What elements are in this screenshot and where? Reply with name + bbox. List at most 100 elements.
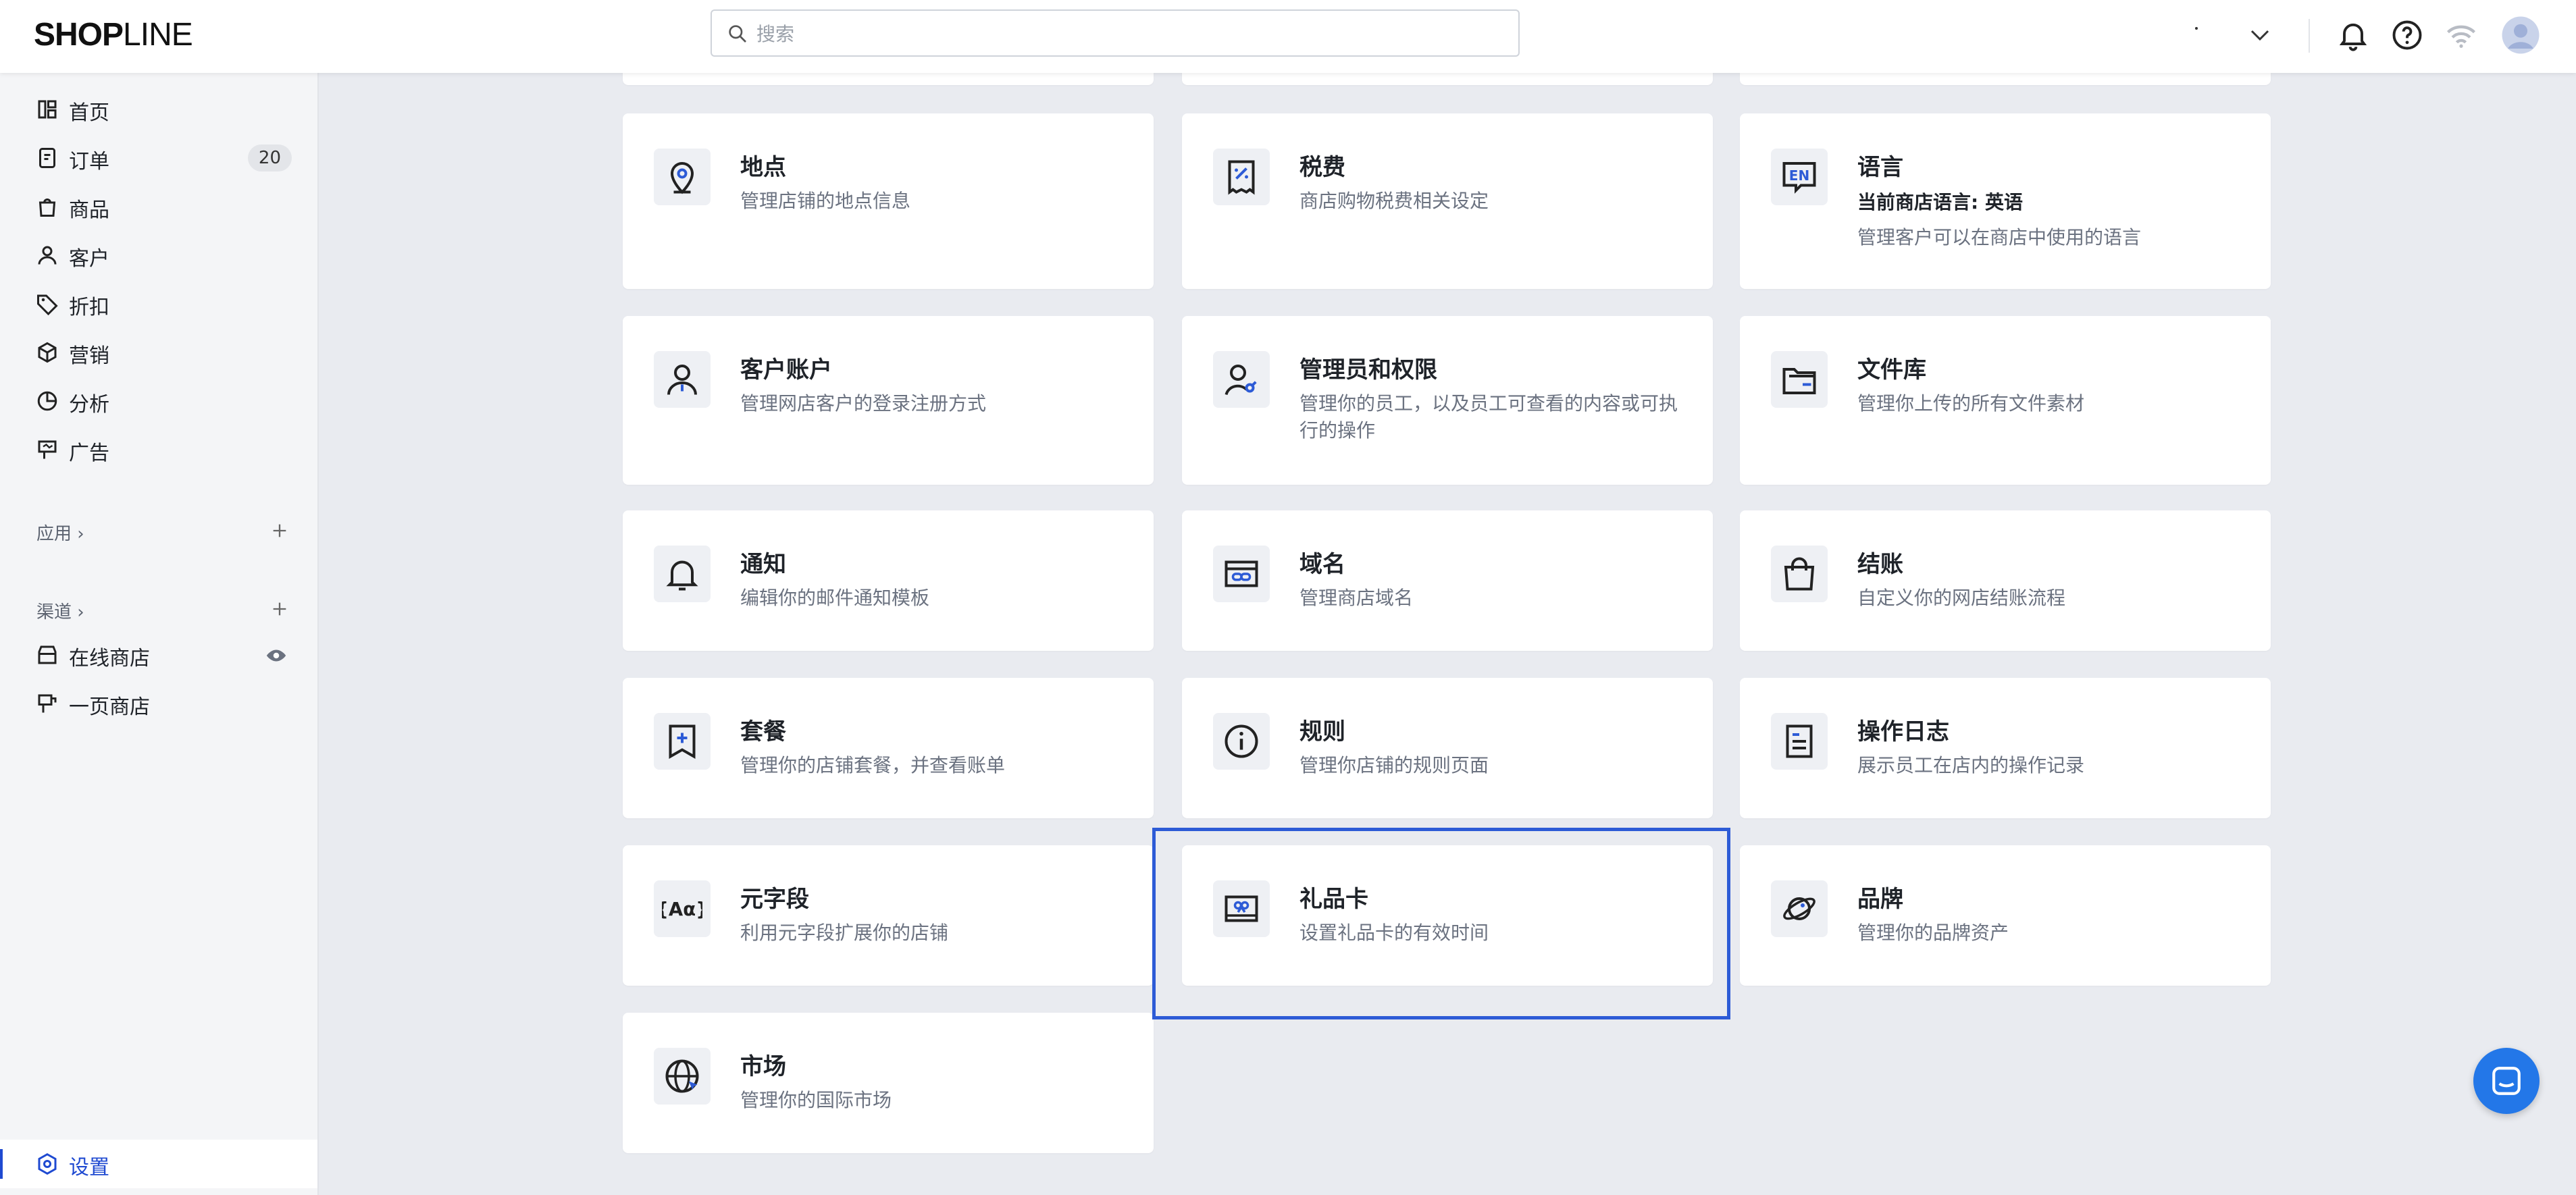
- settings-card-files[interactable]: 文件库 管理你上传的所有文件素材: [1740, 316, 2271, 485]
- card-icon-box: [1213, 713, 1270, 770]
- card-title: 文件库: [1857, 356, 1926, 383]
- card-description: 管理你店铺的规则页面: [1299, 754, 1489, 776]
- card-title: 品牌: [1857, 886, 1903, 913]
- wifi-icon[interactable]: [2444, 18, 2479, 53]
- card-icon-box: [1213, 351, 1270, 408]
- card-icon-box: [1213, 546, 1270, 602]
- card-description: 管理店铺的地点信息: [740, 190, 911, 212]
- billboard-icon: [38, 440, 57, 459]
- info-circle-icon: [1225, 724, 1258, 758]
- card-title: 套餐: [740, 718, 786, 745]
- apps-section-label[interactable]: 应用 ›: [36, 520, 84, 545]
- sidebar-item-label: 广告: [69, 442, 109, 465]
- card-title: 元字段: [740, 886, 809, 913]
- sidebar-item-orders[interactable]: 订单 20: [0, 134, 317, 182]
- globe-icon: [665, 1059, 699, 1093]
- settings-card-metafields[interactable]: {Aα} 元字段 利用元字段扩展你的店铺: [623, 845, 1154, 986]
- plan-bookmark-icon: [669, 724, 696, 759]
- sidebar-item-discounts[interactable]: 折扣: [0, 280, 317, 328]
- sidebar-item-label: 折扣: [69, 296, 109, 319]
- card-icon-box: [1771, 880, 1828, 937]
- card-icon-box: EN: [1771, 149, 1828, 205]
- shopline-logo[interactable]: SHOPLINE: [34, 16, 193, 53]
- search-box[interactable]: [711, 9, 1520, 57]
- settings-card-checkout[interactable]: 结账 自定义你的网店结账流程: [1740, 510, 2271, 651]
- sidebar-item-label: 营销: [69, 344, 109, 368]
- card-icon-box: [654, 1048, 711, 1105]
- box-icon: [38, 342, 57, 363]
- store-selector[interactable]: [2121, 20, 2283, 51]
- chart-icon: [37, 391, 57, 411]
- svg-text:EN: EN: [1789, 167, 1809, 184]
- settings-card-gift-cards[interactable]: 礼品卡 设置礼品卡的有效时间: [1182, 845, 1713, 986]
- card-title: 管理员和权限: [1299, 356, 1437, 383]
- settings-card-staff[interactable]: 管理员和权限 管理你的员工，以及员工可查看的内容或可执行的操作: [1182, 316, 1713, 485]
- avatar-icon[interactable]: [2500, 15, 2541, 55]
- settings-card-plan[interactable]: 套餐 管理你的店铺套餐，并查看账单: [623, 678, 1154, 818]
- card-description: 编辑你的邮件通知模板: [740, 587, 930, 609]
- log-document-icon: [1786, 724, 1813, 758]
- person-icon: [38, 246, 57, 265]
- card-title: 地点: [740, 154, 786, 181]
- sidebar-item-home[interactable]: 首页: [0, 85, 317, 134]
- brand-planet-icon: [1783, 897, 1815, 920]
- settings-card-notifications[interactable]: 通知 编辑你的邮件通知模板: [623, 510, 1154, 651]
- sidebar-item-label: 一页商店: [69, 695, 150, 719]
- channels-section-label[interactable]: 渠道 ›: [36, 598, 84, 623]
- add-app-plus-icon[interactable]: [270, 521, 289, 540]
- eye-icon[interactable]: [265, 644, 288, 667]
- card-description: 商店购物税费相关设定: [1299, 190, 1489, 212]
- sidebar-item-online-store[interactable]: 在线商店: [0, 631, 317, 679]
- receipt-percent-icon: [1228, 160, 1255, 195]
- sidebar-item-customers[interactable]: 客户: [0, 231, 317, 280]
- order-icon: [39, 148, 55, 168]
- topbar-divider: [2309, 19, 2310, 53]
- staff-permission-icon: [1225, 365, 1257, 396]
- language-en-icon: EN: [1782, 162, 1816, 194]
- card-description: 展示员工在店内的操作记录: [1857, 754, 2085, 776]
- card-description: 管理客户可以在商店中使用的语言: [1857, 226, 2142, 248]
- card-title: 操作日志: [1857, 718, 1949, 745]
- settings-card-location[interactable]: 地点 管理店铺的地点信息: [623, 113, 1154, 289]
- card-title: 礼品卡: [1299, 886, 1368, 913]
- sidebar-item-ads[interactable]: 广告: [0, 425, 317, 474]
- help-icon[interactable]: [2390, 18, 2425, 53]
- sidebar-item-label: 在线商店: [69, 647, 150, 670]
- card-title: 市场: [740, 1053, 786, 1080]
- settings-card-brand[interactable]: 品牌 管理你的品牌资产: [1740, 845, 2271, 986]
- card-description: 利用元字段扩展你的店铺: [740, 922, 949, 944]
- card-title: 结账: [1857, 551, 1903, 578]
- search-icon: [729, 25, 746, 43]
- customer-account-icon: [667, 365, 697, 395]
- settings-card-domains[interactable]: 域名 管理商店域名: [1182, 510, 1713, 651]
- card-description: 管理你上传的所有文件素材: [1857, 392, 2085, 415]
- sidebar-item-label: 首页: [69, 101, 109, 125]
- sidebar-item-settings[interactable]: 设置: [0, 1140, 317, 1188]
- sidebar-item-analytics[interactable]: 分析: [0, 377, 317, 425]
- sidebar-item-label: 客户: [69, 247, 109, 271]
- settings-card-tax[interactable]: 税费 商店购物税费相关设定: [1182, 113, 1713, 289]
- card-icon-box: {Aα}: [654, 880, 711, 937]
- folder-icon: [1782, 368, 1816, 394]
- search-input[interactable]: [755, 18, 1501, 50]
- card-description: 管理网店客户的登录注册方式: [740, 392, 987, 415]
- sidebar-item-one-page-store[interactable]: 一页商店: [0, 679, 317, 728]
- domain-link-icon: [1225, 560, 1258, 587]
- tag-icon: [37, 294, 58, 316]
- sidebar-item-marketing[interactable]: 营销: [0, 328, 317, 377]
- sidebar-item-label: 商品: [69, 198, 109, 222]
- settings-card-language[interactable]: EN 语言 当前商店语言: 英语 管理客户可以在商店中使用的语言: [1740, 113, 2271, 289]
- chat-support-button[interactable]: [2473, 1048, 2540, 1114]
- bag-icon: [38, 198, 56, 217]
- settings-card-markets[interactable]: 市场 管理你的国际市场: [623, 1013, 1154, 1153]
- current-language: 当前商店语言: 英语: [1857, 191, 2023, 213]
- settings-card-customer-accounts[interactable]: 客户账户 管理网店客户的登录注册方式: [623, 316, 1154, 485]
- store-icon: [38, 645, 57, 664]
- bell-icon: [666, 560, 698, 591]
- card-icon-box: [1771, 351, 1828, 408]
- settings-card-logs[interactable]: 操作日志 展示员工在店内的操作记录: [1740, 678, 2271, 818]
- settings-card-policies[interactable]: 规则 管理你店铺的规则页面: [1182, 678, 1713, 818]
- sidebar-item-products[interactable]: 商品: [0, 182, 317, 231]
- add-channel-plus-icon[interactable]: [270, 600, 289, 618]
- bell-icon[interactable]: [2336, 18, 2371, 53]
